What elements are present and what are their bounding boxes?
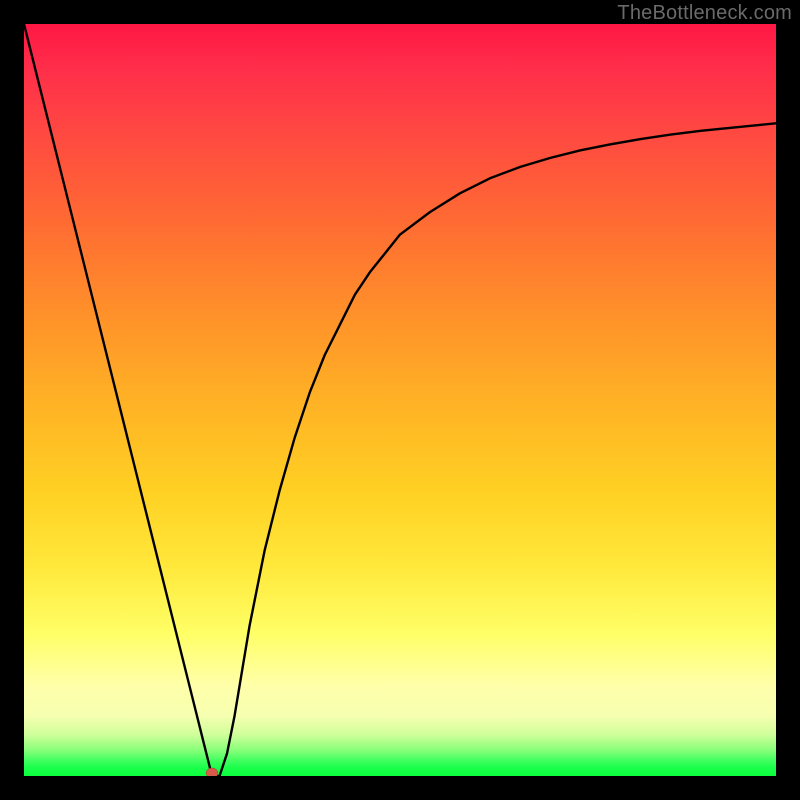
chart-svg: [24, 24, 776, 776]
minimum-marker: [206, 768, 218, 776]
chart-frame: [24, 24, 776, 776]
bottleneck-curve-path: [24, 24, 776, 776]
watermark-text: TheBottleneck.com: [617, 2, 792, 25]
chart-plot-area: [24, 24, 776, 776]
